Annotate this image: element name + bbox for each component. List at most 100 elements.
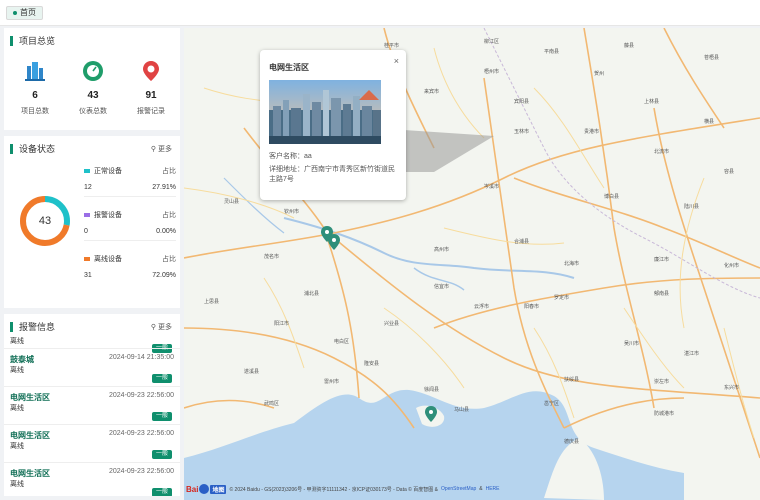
device-name: 正常设备	[94, 168, 122, 175]
alarm-status: 离线	[10, 367, 24, 374]
device-pct: 0.00%	[156, 228, 176, 235]
map-city-label: 电白区	[334, 339, 350, 345]
paw-icon	[199, 484, 210, 494]
map-city-label: 扶绥县	[564, 377, 580, 383]
info-window: 电网生活区 × 客户名称：aa 详细地址：广西南宁市青秀区新竹街道民主路7号	[260, 50, 406, 200]
stat-projects[interactable]: 6 项目总数	[10, 60, 60, 116]
project-overview-panel: 项目总览 6 项目总数 43 仪表总数 91 报警记录	[4, 28, 180, 130]
map-city-label: 宾阳县	[514, 99, 530, 105]
donut-total: 43	[38, 215, 52, 227]
level-badge: 一般	[151, 450, 172, 459]
map-city-label: 邕宁区	[544, 401, 560, 407]
here-link[interactable]: HERE	[486, 486, 500, 492]
map-city-label: 上思县	[204, 299, 220, 305]
active-dot-icon	[13, 11, 17, 15]
alarm-list-item[interactable]: 电网生活区 2024-09-23 22:56:00 离线 一般	[4, 386, 180, 422]
alarm-status: 离线	[10, 481, 24, 488]
map-city-label: 马山县	[454, 407, 470, 413]
map-city-label: 平南县	[544, 49, 560, 55]
alarm-list-item[interactable]: 电网生活区 2024-09-23 22:56:00 离线 一般	[4, 424, 180, 460]
baidu-logo: Bai 地图	[186, 484, 227, 494]
panel-title: 项目总览	[10, 34, 55, 47]
title-accent-bar	[10, 321, 13, 332]
map-city-label: 灵山县	[224, 199, 240, 205]
map-city-label: 徐闻县	[424, 387, 440, 393]
site-address: 详细地址：广西南宁市青秀区新竹街道民主路7号	[269, 166, 395, 183]
close-icon[interactable]: ×	[394, 56, 399, 66]
alarm-time: 2024-09-23 22:56:00	[109, 430, 174, 437]
map-city-label: 贵港市	[584, 129, 600, 135]
tab-home-label: 首页	[20, 8, 36, 17]
overview-title: 项目总览	[19, 36, 56, 46]
map-city-label: 来宾市	[424, 89, 440, 95]
alarm-list-item[interactable]: 鼓泰城 2024-09-14 21:35:00 离线 一般	[4, 348, 180, 384]
device-status-panel: 设备状态 ⚲ 更多 43 正常设备 占比 12 27.91% 报警设备 占比 0…	[4, 136, 180, 308]
map-city-label: 贺州	[594, 71, 605, 77]
map-city-label: 梧州市	[484, 69, 500, 75]
alarm-title: 报警信息	[19, 322, 56, 332]
map-city-label: 钦州市	[284, 209, 300, 215]
legend-swatch	[84, 257, 90, 261]
map-city-label: 高州市	[434, 247, 450, 253]
stat-label: 仪表总数	[79, 108, 107, 115]
alarm-site-name: 电网生活区	[10, 393, 50, 402]
map-city-label: 玉林市	[514, 129, 530, 135]
alarm-pin-icon	[140, 60, 162, 82]
map-city-label: 信宜市	[434, 284, 450, 290]
device-title: 设备状态	[19, 144, 56, 154]
map-city-label: 茂名市	[264, 254, 280, 260]
alarm-time: 2024-09-23 22:56:00	[109, 392, 174, 399]
map-city-label: 桂平市	[384, 43, 400, 49]
ratio-label: 占比	[162, 256, 176, 263]
map-city-label: 东兴市	[724, 385, 740, 391]
panel-title: 报警信息	[10, 320, 55, 333]
stat-label: 项目总数	[21, 108, 49, 115]
stat-meters[interactable]: 43 仪表总数	[68, 60, 118, 116]
map-city-label: 吴川市	[624, 341, 640, 347]
alarm-more-link[interactable]: ⚲ 更多	[151, 322, 172, 332]
alarm-time: 2024-09-14 21:35:00	[109, 354, 174, 361]
map-city-label: 隆安县	[364, 361, 380, 367]
more-label: 更多	[158, 146, 172, 153]
map-city-label: 横县	[704, 119, 715, 125]
map-city-label: 德庆县	[564, 439, 580, 445]
map-city-label: 罗定市	[554, 295, 570, 301]
device-donut-chart: 43	[16, 192, 74, 250]
map-city-label: 柳江区	[484, 39, 500, 45]
stat-value: 6	[32, 90, 38, 101]
tab-home[interactable]: 首页	[6, 6, 43, 20]
alarm-time: 2024-09-23 22:56:00	[109, 468, 174, 475]
device-count: 0	[84, 228, 88, 235]
more-label: 更多	[158, 324, 172, 331]
title-accent-bar	[10, 35, 13, 46]
map-city-label: 兴业县	[384, 321, 400, 327]
level-badge: 一般	[151, 488, 172, 496]
map-city-label: 浦北县	[304, 291, 320, 297]
map-city-label: 博白县	[604, 194, 620, 200]
device-pct: 72.09%	[152, 272, 176, 279]
device-count: 12	[84, 184, 92, 191]
ratio-label: 占比	[162, 212, 176, 219]
ratio-label: 占比	[162, 168, 176, 175]
buildings-icon	[24, 60, 46, 82]
alarm-site-name: 电网生活区	[10, 431, 50, 440]
map-city-label: 云浮市	[474, 304, 490, 310]
map-city-label: 湛江市	[684, 351, 700, 357]
device-pct: 27.91%	[152, 184, 176, 191]
map-city-label: 苍梧县	[704, 55, 720, 61]
stat-alarms[interactable]: 91 报警记录	[126, 60, 176, 116]
map-city-label: 阳春市	[524, 304, 540, 310]
legend-swatch	[84, 169, 90, 173]
panel-title: 设备状态	[10, 142, 55, 155]
level-badge: 一般	[151, 412, 172, 421]
device-more-link[interactable]: ⚲ 更多	[151, 144, 172, 154]
device-name: 离线设备	[94, 256, 122, 263]
map-city-label: 防城港市	[654, 411, 675, 417]
alarm-list-item[interactable]: 电网生活区 2024-09-23 22:56:00 离线 一般	[4, 462, 180, 496]
map-city-label: 崇左市	[654, 379, 670, 385]
alarm-site-name: 电网生活区	[10, 469, 50, 478]
map-city-label: 北海市	[564, 261, 580, 267]
map-city-label: 郁南县	[654, 291, 670, 297]
alarm-site-name: 鼓泰城	[10, 355, 34, 364]
osm-link[interactable]: OpenStreetMap	[441, 486, 476, 492]
